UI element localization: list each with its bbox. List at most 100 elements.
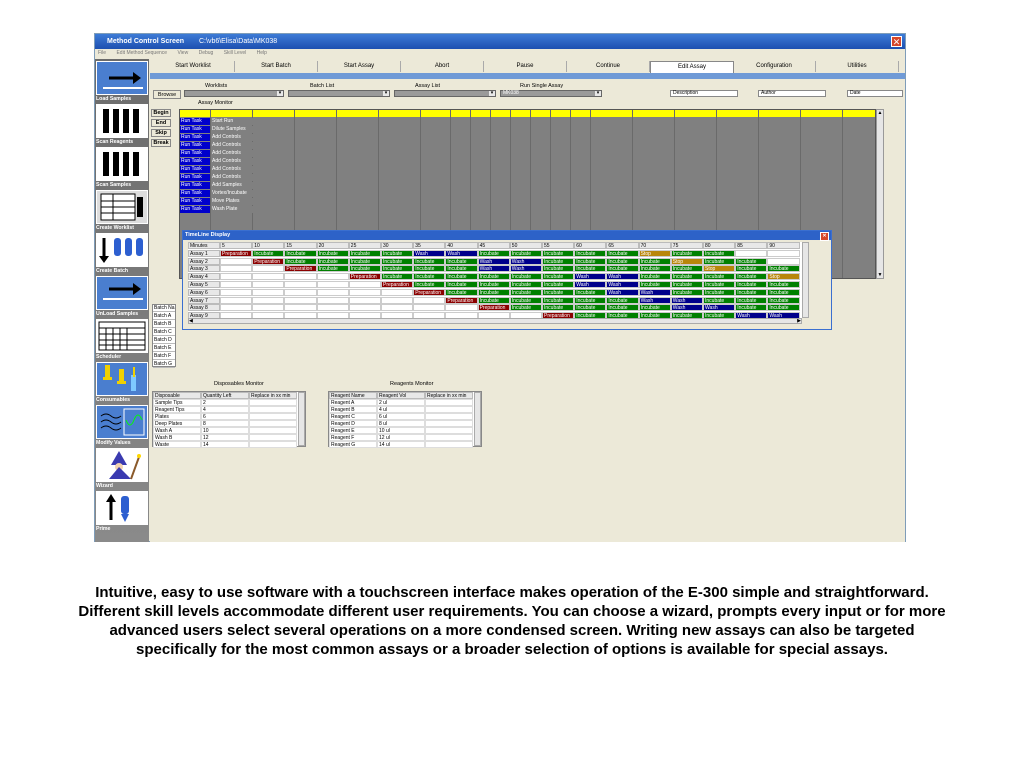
- table-cell[interactable]: Reagent C: [329, 413, 377, 420]
- sidebar-modify-values[interactable]: Modify Values: [96, 405, 148, 447]
- timeline-cell[interactable]: Incubate: [477, 296, 510, 304]
- table-cell[interactable]: Sample Tips: [153, 399, 201, 406]
- assay-task-name[interactable]: Wash Plate: [211, 206, 253, 213]
- menu-debug[interactable]: Debug: [199, 50, 214, 56]
- run-single-select[interactable]: MK038 ▾: [500, 90, 602, 97]
- timeline-cell[interactable]: [381, 296, 414, 304]
- timeline-cell[interactable]: Incubate: [703, 273, 736, 281]
- timeline-cell[interactable]: Incubate: [348, 249, 381, 257]
- menu-view[interactable]: View: [177, 50, 188, 56]
- timeline-cell[interactable]: Incubate: [606, 304, 639, 312]
- timeline-cell[interactable]: Wash: [509, 257, 542, 265]
- table-cell[interactable]: [425, 413, 473, 420]
- timeline-cell[interactable]: [735, 249, 768, 257]
- timeline-cell[interactable]: Wash: [606, 281, 639, 288]
- timeline-cell[interactable]: [316, 304, 349, 312]
- timeline-cell[interactable]: Incubate: [381, 273, 414, 281]
- menu-skill-level[interactable]: Skill Level: [224, 50, 247, 56]
- timeline-cell[interactable]: Incubate: [638, 304, 671, 312]
- batch-item[interactable]: Batch F: [153, 353, 175, 360]
- table-cell[interactable]: 8 ul: [377, 420, 425, 427]
- timeline-cell[interactable]: Incubate: [703, 288, 736, 296]
- assay-task-type[interactable]: Run Task: [180, 142, 210, 149]
- timeline-cell[interactable]: Stop: [703, 265, 736, 273]
- disposables-table[interactable]: Disposable Quantity Left Replace in xx min…: [152, 391, 306, 448]
- assay-task-type[interactable]: Run Task: [180, 158, 210, 165]
- sidebar-create-batch[interactable]: Create Batch: [96, 233, 148, 275]
- sidebar-wizard[interactable]: Wizard: [96, 448, 148, 490]
- timeline-cell[interactable]: [284, 304, 317, 312]
- timeline-cell[interactable]: [381, 304, 414, 312]
- sidebar-prime[interactable]: Prime: [96, 491, 148, 533]
- sidebar-scheduler[interactable]: Scheduler: [96, 319, 148, 361]
- timeline-cell[interactable]: Wash: [703, 304, 736, 312]
- timeline-cell[interactable]: Incubate: [703, 281, 736, 288]
- timeline-cell[interactable]: [316, 281, 349, 288]
- timeline-cell[interactable]: Wash: [638, 296, 671, 304]
- assay-task-name[interactable]: Move Plates: [211, 198, 253, 205]
- batch-item[interactable]: Batch B: [153, 321, 175, 328]
- timeline-cell[interactable]: Incubate: [413, 257, 446, 265]
- timeline-cell[interactable]: [767, 249, 800, 257]
- timeline-cell[interactable]: Incubate: [542, 304, 575, 312]
- timeline-cell[interactable]: Incubate: [574, 288, 607, 296]
- timeline-cell[interactable]: [348, 281, 381, 288]
- assay-task-type[interactable]: Run Task: [180, 190, 210, 197]
- timeline-cell[interactable]: [220, 296, 253, 304]
- timeline-cell[interactable]: Incubate: [638, 281, 671, 288]
- timeline-cell[interactable]: Incubate: [284, 257, 317, 265]
- timeline-cell[interactable]: Incubate: [252, 249, 285, 257]
- timeline-grid[interactable]: Minutes 5 10 15 20 25 30 35 40 45 50 55 60 65 70 75 80 85…: [188, 242, 802, 318]
- timeline-cell[interactable]: Incubate: [735, 281, 768, 288]
- timeline-cell[interactable]: [220, 273, 253, 281]
- table-scrollbar[interactable]: [474, 392, 481, 446]
- timeline-cell[interactable]: Incubate: [735, 296, 768, 304]
- assay-task-name[interactable]: Start Run: [211, 118, 253, 125]
- tab-abort[interactable]: Abort: [401, 61, 484, 72]
- timeline-cell[interactable]: Incubate: [284, 249, 317, 257]
- scroll-down-icon[interactable]: ▼: [877, 272, 883, 278]
- table-cell[interactable]: 14: [201, 441, 249, 448]
- timeline-cell[interactable]: Incubate: [542, 273, 575, 281]
- timeline-cell[interactable]: Incubate: [413, 273, 446, 281]
- scroll-right-icon[interactable]: ▶: [797, 319, 801, 324]
- table-cell[interactable]: [249, 420, 297, 427]
- timeline-cell[interactable]: Incubate: [670, 265, 703, 273]
- timeline-cell[interactable]: Incubate: [542, 296, 575, 304]
- timeline-cell[interactable]: Incubate: [606, 249, 639, 257]
- sidebar-unload-samples[interactable]: UnLoad Samples: [96, 276, 148, 318]
- timeline-cell[interactable]: Incubate: [670, 281, 703, 288]
- timeline-cell[interactable]: Incubate: [703, 257, 736, 265]
- browse-button[interactable]: Browse: [153, 90, 181, 99]
- timeline-cell[interactable]: Incubate: [316, 257, 349, 265]
- assay-task-name[interactable]: Add Controls: [211, 142, 253, 149]
- timeline-cell[interactable]: [316, 296, 349, 304]
- scroll-up-icon[interactable]: ▲: [877, 110, 883, 116]
- timeline-cell[interactable]: Preparation: [413, 288, 446, 296]
- table-cell[interactable]: Plates: [153, 413, 201, 420]
- timeline-cell[interactable]: Incubate: [316, 249, 349, 257]
- sidebar-scan-samples[interactable]: Scan Samples: [96, 147, 148, 189]
- timeline-cell[interactable]: Wash: [606, 273, 639, 281]
- table-scrollbar[interactable]: [298, 392, 305, 446]
- timeline-cell[interactable]: Preparation: [381, 281, 414, 288]
- timeline-cell[interactable]: [284, 296, 317, 304]
- tab-start-assay[interactable]: Start Assay: [318, 61, 401, 72]
- menu-help[interactable]: Help: [257, 50, 267, 56]
- table-cell[interactable]: [425, 434, 473, 441]
- end-button[interactable]: End: [151, 119, 171, 127]
- table-cell[interactable]: 2: [201, 399, 249, 406]
- worklists-select[interactable]: ▾: [184, 90, 284, 97]
- assay-task-type[interactable]: Run Task: [180, 134, 210, 141]
- batch-item[interactable]: Batch E: [153, 345, 175, 352]
- table-cell[interactable]: [249, 427, 297, 434]
- timeline-cell[interactable]: Incubate: [509, 304, 542, 312]
- menu-edit-method-sequence[interactable]: Edit Method Sequence: [116, 50, 167, 56]
- timeline-cell[interactable]: [445, 304, 478, 312]
- timeline-cell[interactable]: Incubate: [509, 273, 542, 281]
- timeline-cell[interactable]: Wash: [477, 265, 510, 273]
- timeline-cell[interactable]: Incubate: [316, 265, 349, 273]
- timeline-cell[interactable]: [252, 304, 285, 312]
- timeline-cell[interactable]: Incubate: [542, 281, 575, 288]
- timeline-cell[interactable]: Incubate: [638, 257, 671, 265]
